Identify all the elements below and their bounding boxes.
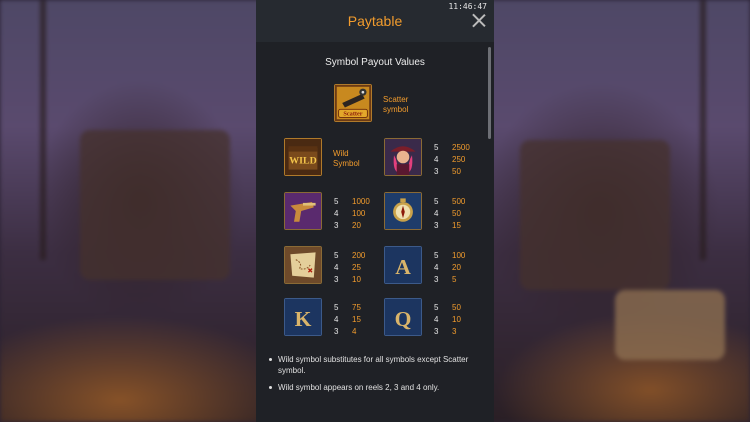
close-button[interactable]	[472, 13, 486, 27]
captain-payouts: 5 2500 4 250 3 50	[434, 143, 470, 176]
pistol-payouts: 5 1000 4 100 3 20	[334, 197, 370, 230]
wild-label: Wild Symbol	[333, 149, 360, 168]
treasure-chest-bg	[520, 140, 670, 290]
wild-chest-icon: WILD	[284, 138, 322, 176]
a-payouts: 5 100 4 20 35	[434, 251, 466, 284]
scatter-label: Scatter symbol	[383, 95, 409, 114]
rules-list: Wild symbol substitutes for all symbols …	[268, 354, 486, 399]
rule-item: Wild symbol substitutes for all symbols …	[268, 354, 486, 376]
svg-text:K: K	[295, 307, 312, 331]
ship-mast	[700, 0, 706, 260]
compass-icon	[384, 192, 422, 230]
clock: 11:46:47	[448, 2, 487, 11]
k-payouts: 5 75 4 15 34	[334, 303, 361, 336]
treasure-map-icon	[284, 246, 322, 284]
map-payouts: 5 200 4 25 3 10	[334, 251, 366, 284]
svg-text:Scatter: Scatter	[343, 111, 362, 118]
svg-text:A: A	[395, 255, 411, 279]
section-title: Symbol Payout Values	[325, 57, 425, 68]
compass-payouts: 5 500 4 50 3 15	[434, 197, 466, 230]
treasure-chest-bg	[615, 290, 725, 360]
pistol-icon	[284, 192, 322, 230]
letter-k-icon: K	[284, 298, 322, 336]
q-payouts: 5 50 4 10 33	[434, 303, 461, 336]
rule-item: Wild symbol appears on reels 2, 3 and 4 …	[268, 382, 486, 393]
panel-header: Paytable 11:46:47	[256, 0, 494, 42]
pirate-captain-icon	[384, 138, 422, 176]
paytable-panel: Paytable 11:46:47 Symbol Payout Values S…	[256, 0, 494, 422]
page-title: Paytable	[347, 13, 403, 29]
ship-mast	[40, 0, 46, 260]
svg-text:WILD: WILD	[289, 155, 316, 166]
letter-q-icon: Q	[384, 298, 422, 336]
treasure-chest-bg	[80, 130, 230, 280]
svg-text:Q: Q	[395, 307, 412, 331]
letter-a-icon: A	[384, 246, 422, 284]
cannon-scatter-icon: Scatter	[334, 84, 372, 122]
